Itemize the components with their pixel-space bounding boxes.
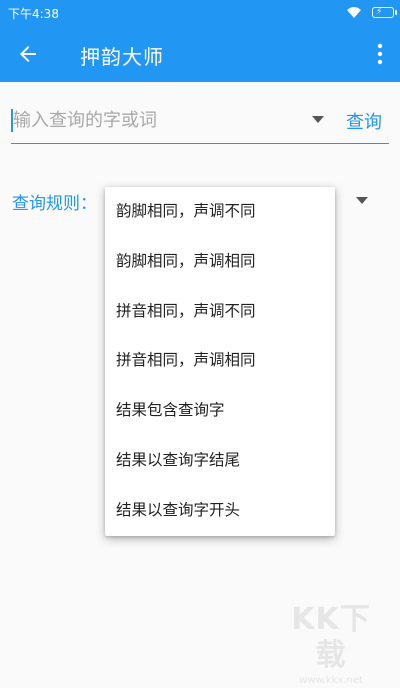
watermark: KK下载 www.kkx.net [276, 602, 386, 686]
status-time: 下午4:38 [8, 7, 59, 21]
back-arrow-icon[interactable] [16, 42, 40, 66]
menu-item[interactable]: 拼音相同，声调相同 [105, 336, 335, 386]
rule-label: 查询规则： [12, 194, 97, 214]
menu-item[interactable]: 结果以查询字开头 [105, 486, 335, 536]
watermark-logo: KK下载 [291, 602, 371, 673]
search-row: 查询 [11, 100, 389, 144]
dropdown-arrow-icon[interactable] [312, 116, 324, 123]
search-input[interactable] [11, 100, 303, 140]
watermark-url: www.kkx.net [299, 675, 363, 686]
menu-item[interactable]: 结果以查询字结尾 [105, 436, 335, 486]
input-underline [11, 143, 389, 144]
page-title: 押韵大师 [80, 45, 164, 69]
text-cursor [11, 109, 13, 132]
app-bar: 押韵大师 [0, 26, 400, 82]
rule-dropdown-menu: 韵脚相同，声调不同 韵脚相同，声调相同 拼音相同，声调不同 拼音相同，声调相同 … [105, 187, 335, 536]
menu-item[interactable]: 拼音相同，声调不同 [105, 287, 335, 337]
wifi-icon [347, 7, 361, 18]
status-bar: 下午4:38 ⚡ [0, 0, 400, 26]
battery-tip [395, 10, 397, 15]
query-button[interactable]: 查询 [346, 108, 382, 134]
battery-charging-icon: ⚡ [372, 7, 394, 18]
menu-item[interactable]: 结果包含查询字 [105, 386, 335, 436]
more-vertical-icon[interactable] [376, 42, 384, 66]
rule-dropdown-arrow-icon[interactable] [356, 197, 368, 204]
menu-item[interactable]: 韵脚相同，声调不同 [105, 187, 335, 237]
menu-item[interactable]: 韵脚相同，声调相同 [105, 237, 335, 287]
